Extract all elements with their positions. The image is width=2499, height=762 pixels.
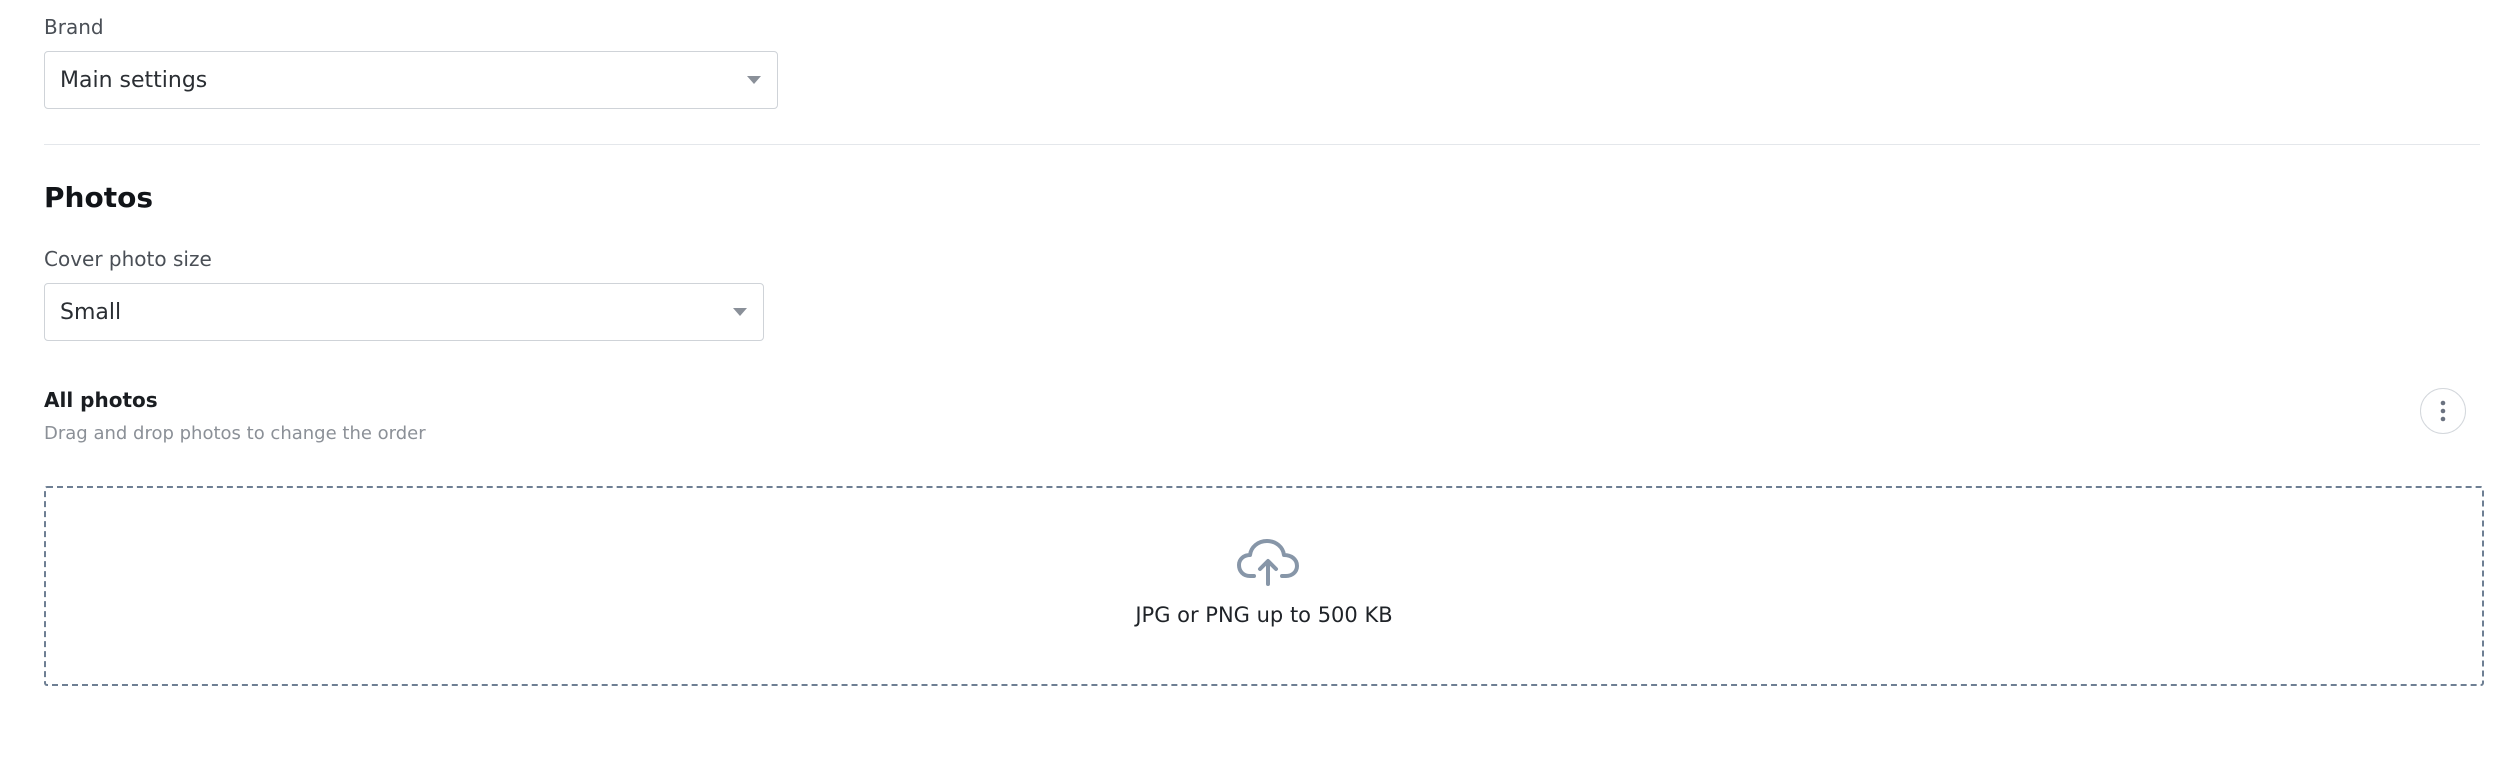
cover-photo-size-select[interactable]: Small bbox=[44, 283, 764, 341]
photo-upload-dropzone[interactable]: JPG or PNG up to 500 KB bbox=[44, 486, 2484, 686]
upload-hint-text: JPG or PNG up to 500 KB bbox=[1135, 603, 1393, 627]
brand-select[interactable]: Main settings bbox=[44, 51, 778, 109]
cloud-upload-icon bbox=[1237, 539, 1299, 586]
brand-label: Brand bbox=[44, 15, 104, 39]
photos-more-button[interactable] bbox=[2420, 388, 2466, 434]
chevron-down-icon bbox=[733, 308, 747, 316]
photos-section-title: Photos bbox=[44, 181, 153, 214]
cover-photo-size-value: Small bbox=[60, 299, 122, 325]
all-photos-title: All photos bbox=[44, 388, 158, 412]
brand-select-value: Main settings bbox=[60, 67, 208, 93]
settings-page: Brand Main settings Photos Cover photo s… bbox=[0, 0, 2499, 762]
cover-photo-size-label: Cover photo size bbox=[44, 247, 212, 271]
more-vertical-icon bbox=[2440, 400, 2446, 422]
section-divider bbox=[44, 144, 2480, 145]
chevron-down-icon bbox=[747, 76, 761, 84]
all-photos-hint: Drag and drop photos to change the order bbox=[44, 423, 426, 444]
